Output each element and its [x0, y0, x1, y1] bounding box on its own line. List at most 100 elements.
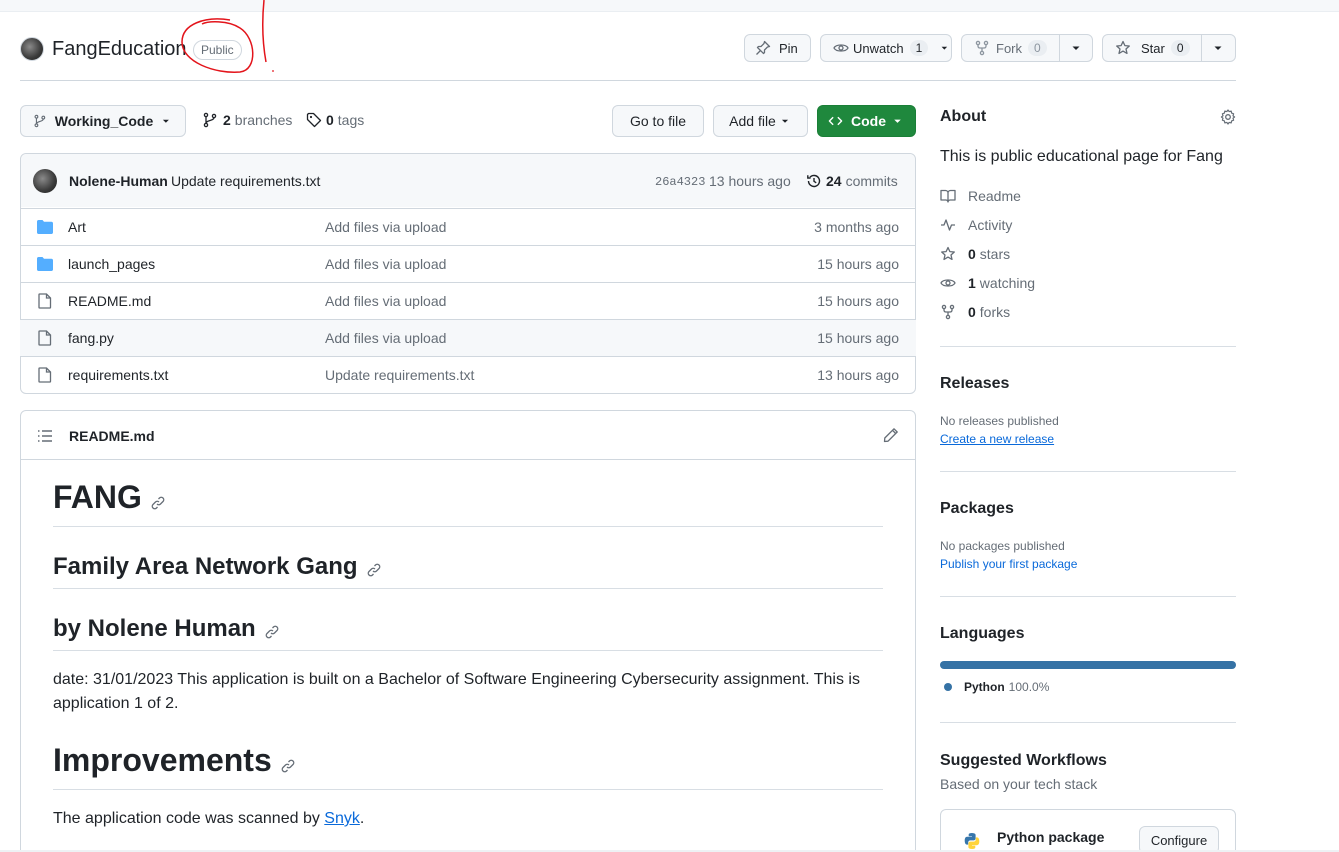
readme-subtitle: Family Area Network Gang	[53, 553, 358, 580]
chevron-down-icon[interactable]	[1068, 40, 1084, 56]
chevron-down-icon[interactable]	[1210, 40, 1226, 56]
configure-button[interactable]: Configure	[1139, 826, 1219, 852]
scan-prefix: The application code was scanned by	[53, 810, 325, 827]
commit-message[interactable]: Update requirements.txt	[171, 173, 320, 189]
activity-link[interactable]: Activity	[940, 217, 1012, 233]
forks-link[interactable]: 0 forks	[940, 304, 1010, 320]
h1-rule	[53, 526, 883, 527]
file-commit-message[interactable]: Update requirements.txt	[325, 367, 474, 383]
file-age: 15 hours ago	[817, 256, 899, 272]
branch-icon	[203, 112, 217, 128]
watching-link[interactable]: 1 watching	[940, 275, 1035, 291]
list-icon[interactable]	[37, 428, 53, 444]
language-dot	[944, 683, 952, 691]
language-percent: 100.0%	[1008, 680, 1050, 694]
watching-count: 1	[968, 275, 976, 291]
file-row[interactable]: Art Add files via upload 3 months ago	[20, 208, 916, 245]
pin-label: Pin	[779, 40, 798, 56]
file-icon	[38, 330, 52, 346]
repo-avatar[interactable]	[20, 37, 44, 61]
language-item[interactable]: Python 100.0%	[944, 680, 1049, 694]
code-button[interactable]: Code	[817, 105, 916, 137]
about-title: About	[940, 108, 987, 125]
star-count: 0	[1170, 40, 1190, 56]
branches-label: branches	[234, 112, 293, 128]
fork-icon	[941, 304, 955, 320]
workflow-name: Python package	[997, 829, 1105, 845]
language-name: Python	[964, 680, 1005, 694]
commit-author[interactable]: Nolene-Human	[69, 173, 168, 189]
packages-title[interactable]: Packages	[940, 500, 1014, 518]
file-name[interactable]: fang.py	[68, 330, 114, 346]
tags-count: 0	[326, 112, 334, 128]
packages-divider	[940, 596, 1236, 597]
chevron-down-icon	[163, 119, 170, 123]
packages-empty: No packages published	[940, 539, 1065, 553]
link-icon[interactable]	[366, 562, 382, 578]
file-name[interactable]: requirements.txt	[68, 367, 168, 383]
add-file-label: Add file	[729, 113, 776, 129]
file-name[interactable]: launch_pages	[68, 256, 155, 272]
pin-button[interactable]: Pin	[744, 34, 811, 62]
readme-filename[interactable]: README.md	[69, 428, 155, 444]
file-age: 15 hours ago	[817, 330, 899, 346]
releases-title[interactable]: Releases	[940, 375, 1009, 393]
link-icon[interactable]	[264, 624, 280, 640]
file-commit-message[interactable]: Add files via upload	[325, 293, 446, 309]
stars-link[interactable]: 0 stars	[940, 246, 1010, 262]
branch-name: Working_Code	[54, 113, 154, 129]
tags-link[interactable]: 0 tags	[306, 112, 364, 128]
readme-h2-family: Family Area Network Gang	[53, 553, 382, 581]
commits-count: 24	[826, 173, 842, 189]
gear-icon[interactable]	[1220, 109, 1236, 125]
language-bar	[940, 661, 1236, 669]
star-button[interactable]: Star 0	[1102, 34, 1236, 62]
unwatch-label: Unwatch	[853, 40, 904, 56]
publish-package-link[interactable]: Publish your first package	[940, 557, 1077, 571]
file-row[interactable]: README.md Add files via upload 15 hours …	[20, 282, 916, 319]
readme-h2-author: by Nolene Human	[53, 615, 280, 643]
star-icon	[941, 246, 955, 261]
folder-icon	[37, 257, 53, 271]
file-row[interactable]: fang.py Add files via upload 15 hours ag…	[20, 319, 916, 356]
fork-button[interactable]: Fork 0	[961, 34, 1093, 62]
languages-divider	[940, 722, 1236, 723]
file-commit-message[interactable]: Add files via upload	[325, 219, 446, 235]
branch-select[interactable]: Working_Code	[20, 105, 186, 137]
commits-link[interactable]: 24 commits	[806, 173, 898, 189]
readme-link[interactable]: Readme	[940, 188, 1021, 204]
configure-label: Configure	[1150, 832, 1208, 848]
commit-avatar[interactable]	[33, 169, 57, 193]
file-name[interactable]: README.md	[68, 293, 151, 309]
branches-link[interactable]: 2 branches	[202, 112, 292, 128]
pencil-icon[interactable]	[883, 427, 899, 443]
create-release-link[interactable]: Create a new release	[940, 432, 1054, 446]
stars-label: stars	[979, 246, 1011, 262]
file-name[interactable]: Art	[68, 219, 86, 235]
h1b-rule	[53, 789, 883, 790]
repo-name[interactable]: FangEducation	[52, 38, 187, 61]
fork-label: Fork	[996, 40, 1022, 56]
unwatch-button[interactable]: Unwatch 1	[820, 34, 952, 62]
file-icon	[38, 293, 52, 309]
link-icon[interactable]	[150, 495, 166, 511]
chevron-down-icon[interactable]	[938, 40, 951, 56]
commits-label: commits	[845, 173, 898, 189]
snyk-link[interactable]: Snyk	[324, 810, 360, 827]
file-commit-message[interactable]: Add files via upload	[325, 256, 446, 272]
go-to-file-label: Go to file	[629, 113, 687, 129]
commit-sha[interactable]: 26a4323	[655, 175, 705, 189]
python-logo	[964, 833, 980, 849]
readme-scan-line: The application code was scanned by Snyk…	[53, 807, 364, 831]
link-icon[interactable]	[280, 758, 296, 774]
file-commit-message[interactable]: Add files via upload	[325, 330, 446, 346]
file-row[interactable]: launch_pages Add files via upload 15 hou…	[20, 245, 916, 282]
go-to-file-button[interactable]: Go to file	[612, 105, 704, 137]
about-divider	[940, 346, 1236, 347]
header-divider	[20, 80, 1236, 81]
file-row[interactable]: requirements.txt Update requirements.txt…	[20, 356, 916, 393]
folder-icon	[37, 220, 53, 234]
add-file-button[interactable]: Add file	[713, 105, 808, 137]
scan-suffix: .	[359, 810, 365, 827]
readme-h1-fang: FANG	[53, 479, 166, 516]
